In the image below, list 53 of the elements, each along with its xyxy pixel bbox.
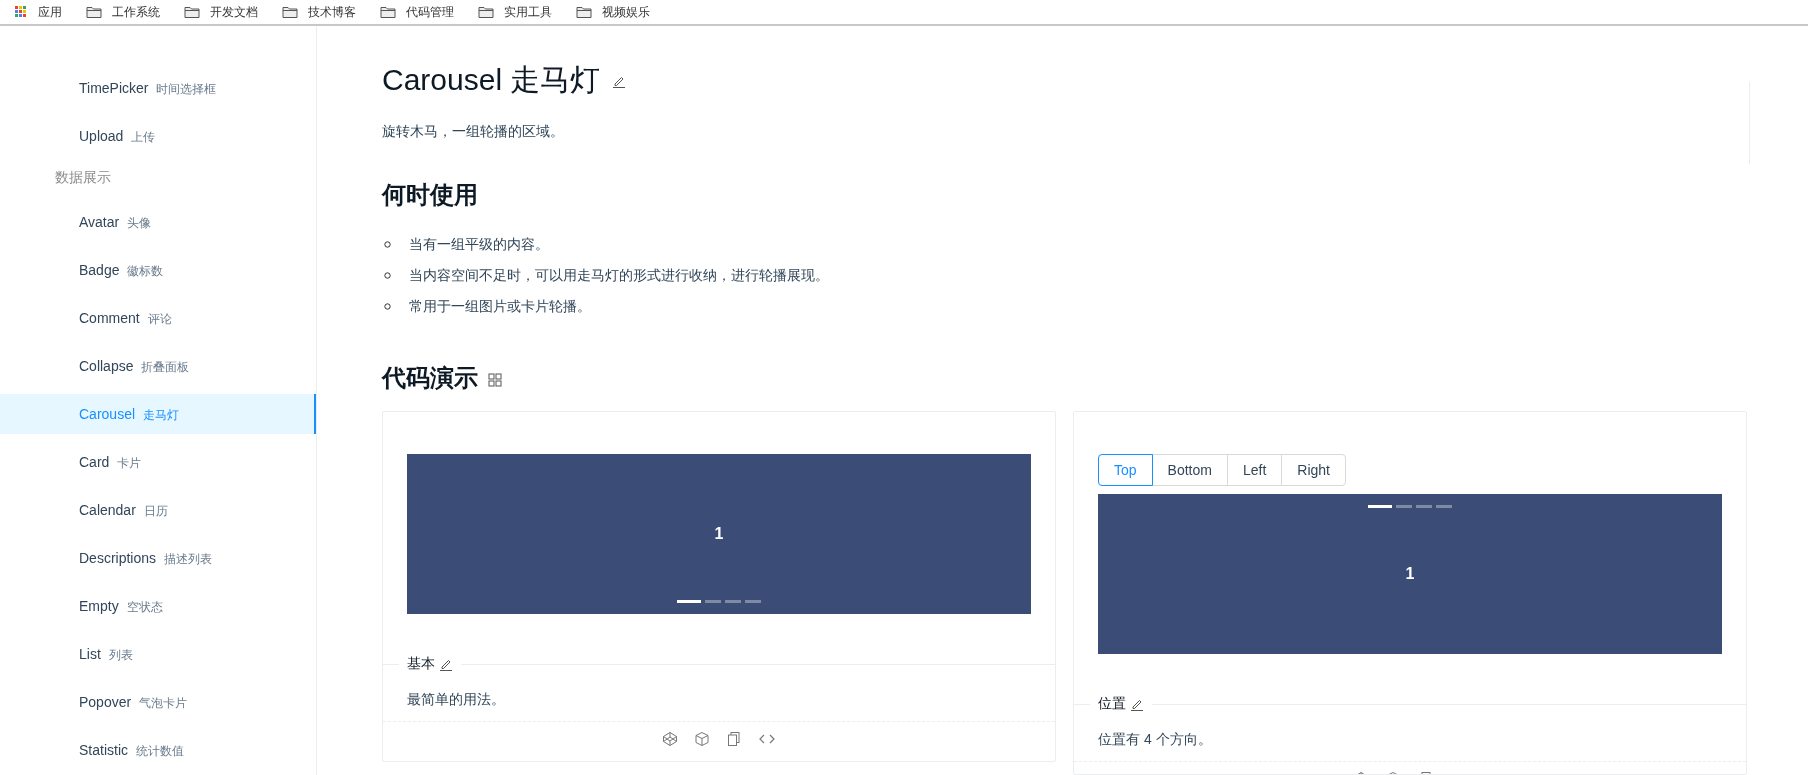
bookmark-link[interactable]: 视频娱乐 — [576, 3, 650, 21]
menu-item[interactable]: Collapse 折叠面板 — [0, 346, 316, 386]
menu-item[interactable]: Empty 空状态 — [0, 586, 316, 626]
folder-icon — [576, 5, 592, 19]
bullet-icon — [384, 303, 391, 310]
bookmark-link[interactable]: 开发文档 — [184, 3, 258, 21]
menu-item[interactable]: Descriptions 描述列表 — [0, 538, 316, 578]
menu-item[interactable]: Card 卡片 — [0, 442, 316, 482]
demo-description: 最简单的用法。 — [407, 691, 506, 709]
page-title: Carousel 走马灯 — [382, 62, 601, 98]
list-item-text: 当内容空间不足时，可以用走马灯的形式进行收纳，进行轮播展现。 — [409, 266, 829, 285]
menu-group-title: 数据展示 — [54, 168, 112, 187]
demo-title: 位置 — [1098, 695, 1126, 713]
menu-item[interactable]: Calendar 日历 — [0, 490, 316, 530]
section-heading: 何时使用 — [382, 180, 479, 210]
menu-item[interactable]: Upload 上传 — [0, 116, 316, 156]
folder-icon — [184, 5, 200, 19]
pencil-icon — [1130, 697, 1144, 711]
intro-text: 旋转木马，一组轮播的区域。 — [382, 123, 565, 141]
bookmark-link[interactable]: 代码管理 — [380, 3, 454, 21]
menu-item[interactable]: Popover 气泡卡片 — [0, 682, 316, 722]
slide-number: 1 — [714, 525, 724, 543]
grid-icon — [488, 373, 502, 387]
cube-icon — [694, 731, 710, 747]
menu-item[interactable]: Statistic 统计数值 — [0, 730, 316, 770]
bullet-icon — [384, 241, 391, 248]
pencil-icon — [439, 657, 453, 671]
bullet-icon — [384, 272, 391, 279]
folder-icon — [478, 5, 494, 19]
menu-item[interactable]: TimePicker 时间选择框 — [0, 68, 316, 108]
codepen-icon — [662, 731, 678, 747]
folder-icon — [282, 5, 298, 19]
folder-icon — [86, 5, 102, 19]
demo-description: 位置有 4 个方向。 — [1098, 731, 1213, 749]
apps-grid-icon — [14, 5, 28, 19]
slide-number: 1 — [1405, 565, 1415, 583]
menu-item[interactable]: Comment 评论 — [0, 298, 316, 338]
bookmark-link[interactable]: 应用 — [14, 3, 62, 21]
menu-item[interactable]: Avatar 头像 — [0, 202, 316, 242]
bookmark-link[interactable]: 实用工具 — [478, 3, 552, 21]
bookmark-link[interactable]: 技术博客 — [282, 3, 356, 21]
menu-item[interactable]: Badge 徽标数 — [0, 250, 316, 290]
list-item-text: 当有一组平级的内容。 — [409, 235, 549, 254]
position-tab[interactable]: Bottom — [1151, 454, 1228, 486]
list-item-text: 常用于一组图片或卡片轮播。 — [409, 297, 591, 316]
position-tab[interactable]: Right — [1281, 454, 1346, 486]
section-heading: 代码演示 — [382, 363, 478, 393]
position-tab[interactable]: Left — [1226, 454, 1283, 486]
bookmark-link[interactable]: 工作系统 — [86, 3, 160, 21]
copy-icon — [726, 731, 742, 747]
demo-title: 基本 — [407, 655, 435, 673]
menu-item[interactable]: List 列表 — [0, 634, 316, 674]
folder-icon — [380, 5, 396, 19]
